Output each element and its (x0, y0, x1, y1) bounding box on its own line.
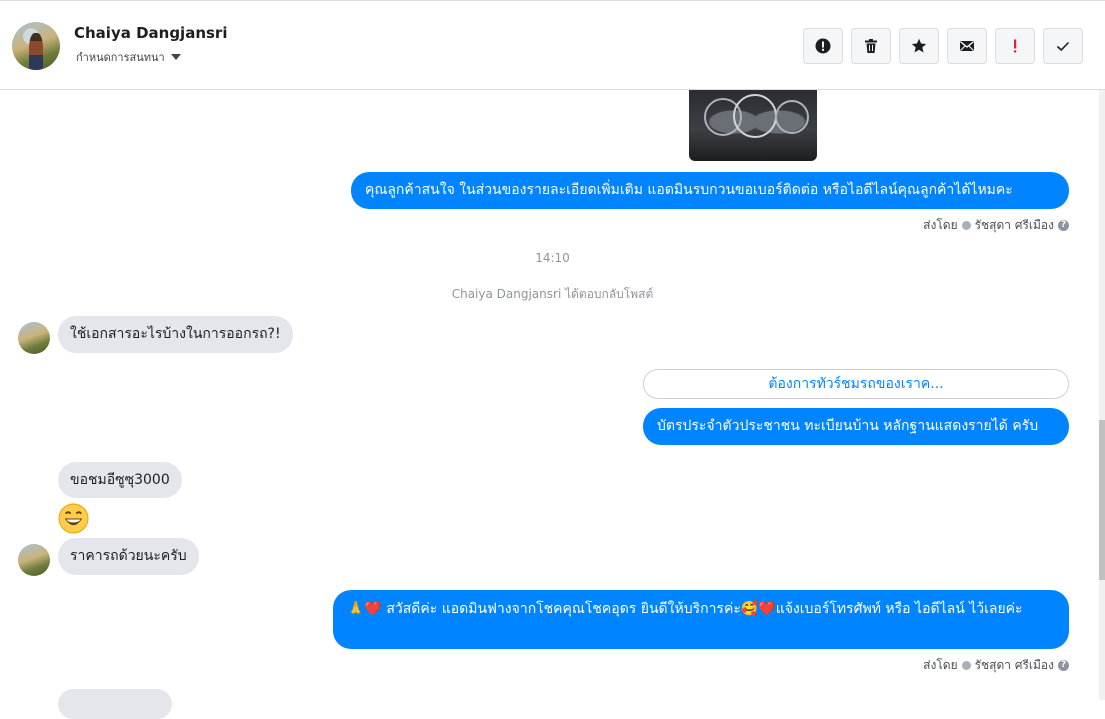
message-timestamp: 14:10 (535, 251, 570, 265)
done-button[interactable] (1043, 28, 1083, 64)
outgoing-message[interactable]: คุณลูกค้าสนใจ ในส่วนของรายละเอียดเพิ่มเต… (351, 172, 1069, 209)
exclamation-icon (1014, 39, 1017, 53)
outgoing-message[interactable]: 🙏❤️ สวัสดีค่ะ แอดมินฟางจากโชคคุณโชคอุดร … (333, 590, 1069, 649)
contact-avatar-small[interactable] (18, 322, 50, 354)
incoming-message[interactable]: ใช้เอกสารอะไรบ้างในการออกรถ?! (58, 316, 293, 353)
car-dashboard-image[interactable] (689, 90, 817, 161)
check-icon (1056, 41, 1070, 52)
sent-by-line: ส่งโดย รัชสุดา ศรีเมือง ? (923, 216, 1069, 235)
caret-down-icon (170, 54, 181, 60)
sent-by-prefix: ส่งโดย (923, 658, 958, 672)
reply-to-post-notice: Chaiya Dangjansri ได้ตอบกลับโพสต์ (451, 287, 654, 301)
sent-by-agent[interactable]: รัชสุดา ศรีเมือง (975, 656, 1054, 675)
help-icon[interactable]: ? (1058, 660, 1069, 671)
sent-by-agent[interactable]: รัชสุดา ศรีเมือง (975, 216, 1054, 235)
sent-by-prefix: ส่งโดย (923, 218, 958, 232)
incoming-message-partial[interactable] (58, 689, 172, 719)
conversation-header: Chaiya Dangjansri กำหนดการสนทนา (0, 0, 1105, 90)
scrollbar-thumb[interactable] (1099, 420, 1105, 580)
trash-icon (865, 39, 877, 53)
scrollbar-track[interactable] (1099, 90, 1105, 700)
contact-name[interactable]: Chaiya Dangjansri (74, 24, 227, 42)
agent-status-icon (961, 661, 971, 670)
priority-button[interactable] (995, 28, 1035, 64)
agent-status-icon (961, 221, 971, 230)
grinning-emoji-icon (58, 503, 89, 534)
contact-avatar-small[interactable] (18, 544, 50, 576)
star-button[interactable] (899, 28, 939, 64)
report-button[interactable] (803, 28, 843, 64)
quick-reply-button[interactable]: ต้องการทัวร์ชมรถของเราค... (643, 369, 1069, 399)
contact-avatar[interactable] (12, 22, 60, 70)
envelope-icon (960, 41, 974, 51)
exclamation-circle-icon (815, 38, 831, 54)
sent-by-line: ส่งโดย รัชสุดา ศรีเมือง ? (923, 656, 1069, 675)
incoming-message[interactable]: ขอชมอีซูซุ3000 (58, 462, 182, 498)
delete-button[interactable] (851, 28, 891, 64)
help-icon[interactable]: ? (1058, 220, 1069, 231)
incoming-message[interactable]: ราคารถด้วยนะครับ (58, 538, 199, 575)
outgoing-message[interactable]: บัตรประจำตัวประชาชน ทะเบียนบ้าน หลักฐานแ… (643, 408, 1069, 445)
conversation-settings-dropdown[interactable]: กำหนดการสนทนา (76, 48, 181, 66)
mark-unread-button[interactable] (947, 28, 987, 64)
conversation-settings-label: กำหนดการสนทนา (76, 51, 165, 64)
star-icon (911, 38, 927, 53)
